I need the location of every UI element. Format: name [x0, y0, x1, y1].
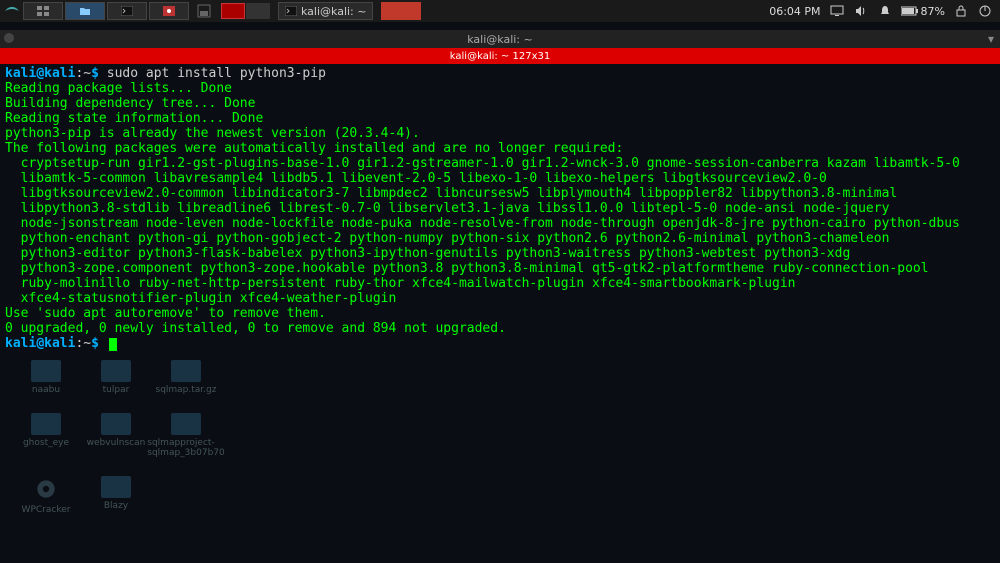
battery-indicator[interactable]: 87% [901, 5, 945, 18]
desktop-icon[interactable]: Blazy [84, 476, 148, 515]
prompt-dollar: $ [91, 66, 99, 81]
prompt-at: @ [36, 66, 44, 81]
desktop-icon[interactable]: naabu [14, 360, 78, 395]
taskbar-app-files[interactable] [65, 2, 105, 20]
terminal-output-line: python-enchant python-gi python-gobject-… [5, 231, 995, 246]
taskbar: kali@kali: ~ 06:04 PM 87% [0, 0, 1000, 22]
prompt-path: ~ [83, 66, 91, 81]
lock-icon[interactable] [953, 3, 969, 19]
taskbar-app-1[interactable] [23, 2, 63, 20]
terminal-tab[interactable]: kali@kali: ~ 127x31 [0, 48, 1000, 64]
workspace-2[interactable] [246, 3, 270, 19]
workspace-switcher[interactable] [221, 3, 270, 19]
terminal-output-line: Building dependency tree... Done [5, 96, 995, 111]
prompt-host: kali [44, 66, 75, 81]
desktop-icon-label: naabu [32, 385, 60, 395]
terminal-output-line: ruby-molinillo ruby-net-http-persistent … [5, 276, 995, 291]
notification-icon[interactable] [877, 3, 893, 19]
close-icon[interactable] [4, 33, 14, 43]
desktop-icon-label: WPCracker [22, 505, 71, 515]
desktop-icon-label: Blazy [104, 501, 128, 511]
desktop-icon[interactable]: webvulnscan [84, 413, 148, 458]
desktop-icon-label: ghost_eye [23, 438, 69, 448]
power-icon[interactable] [977, 3, 993, 19]
terminal-content[interactable]: kali@kali:~$ sudo apt install python3-pi… [0, 64, 1000, 353]
terminal-output-line: 0 upgraded, 0 newly installed, 0 to remo… [5, 321, 995, 336]
desktop-icon-label: sqlmapproject-sqlmap_3b07b70 [147, 438, 224, 458]
terminal-titlebar[interactable]: kali@kali: ~ ▾ [0, 30, 1000, 48]
terminal-output-line: libamtk-5-common libavresample4 libdb5.1… [5, 171, 995, 186]
taskbar-app-recorder[interactable] [149, 2, 189, 20]
terminal-menu-icon[interactable]: ▾ [988, 32, 994, 46]
terminal-output-line: python3-editor python3-flask-babelex pyt… [5, 246, 995, 261]
terminal-window: kali@kali: ~ ▾ kali@kali: ~ 127x31 kali@… [0, 30, 1000, 353]
prompt-user: kali [5, 336, 36, 351]
volume-icon[interactable] [853, 3, 869, 19]
terminal-output-line: Reading package lists... Done [5, 81, 995, 96]
desktop-icon-label: tulpar [103, 385, 130, 395]
desktop-icon[interactable]: tulpar [84, 360, 148, 395]
terminal-cursor [109, 338, 117, 351]
prompt-host: kali [44, 336, 75, 351]
taskbar-app-terminal[interactable] [107, 2, 147, 20]
terminal-output-line: libpython3.8-stdlib libreadline6 librest… [5, 201, 995, 216]
terminal-title: kali@kali: ~ [467, 33, 532, 46]
show-desktop-icon[interactable] [195, 2, 213, 20]
taskbar-window-button[interactable]: kali@kali: ~ [278, 2, 373, 20]
desktop-icon-label: webvulnscan [87, 438, 146, 448]
terminal-output-line: Reading state information... Done [5, 111, 995, 126]
terminal-output-line: The following packages were automaticall… [5, 141, 995, 156]
desktop-icon-label: sqlmap.tar.gz [156, 385, 217, 395]
clock[interactable]: 06:04 PM [769, 5, 820, 18]
terminal-output-line: node-jsonstream node-leven node-lockfile… [5, 216, 995, 231]
screen-icon[interactable] [829, 3, 845, 19]
desktop-icon[interactable]: WPCracker [14, 476, 78, 515]
terminal-output-line: libgtksourceview2.0-common libindicator3… [5, 186, 995, 201]
prompt-user: kali [5, 66, 36, 81]
terminal-output-line: python3-zope.component python3-zope.hook… [5, 261, 995, 276]
prompt-at: @ [36, 336, 44, 351]
desktop-icon[interactable]: ghost_eye [14, 413, 78, 458]
prompt-dollar: $ [91, 336, 99, 351]
taskbar-window-label: kali@kali: ~ [301, 5, 366, 18]
prompt-path: ~ [83, 336, 91, 351]
battery-percent: 87% [921, 5, 945, 18]
terminal-tab-label: kali@kali: ~ 127x31 [450, 51, 550, 62]
workspace-1[interactable] [221, 3, 245, 19]
desktop-icon[interactable]: sqlmap.tar.gz [154, 360, 218, 395]
terminal-output-line: xfce4-statusnotifier-plugin xfce4-weathe… [5, 291, 995, 306]
recording-indicator[interactable] [381, 2, 421, 20]
terminal-command: sudo apt install python3-pip [107, 66, 326, 81]
desktop-icons: naabu tulpar sqlmap.tar.gz ghost_eye webvuln… [14, 360, 218, 515]
terminal-output-line: python3-pip is already the newest versio… [5, 126, 995, 141]
terminal-output-line: Use 'sudo apt autoremove' to remove them… [5, 306, 995, 321]
desktop-icon[interactable]: sqlmapproject-sqlmap_3b07b70 [154, 413, 218, 458]
kali-menu-icon[interactable] [3, 2, 21, 20]
terminal-output-line: cryptsetup-run gir1.2-gst-plugins-base-1… [5, 156, 995, 171]
